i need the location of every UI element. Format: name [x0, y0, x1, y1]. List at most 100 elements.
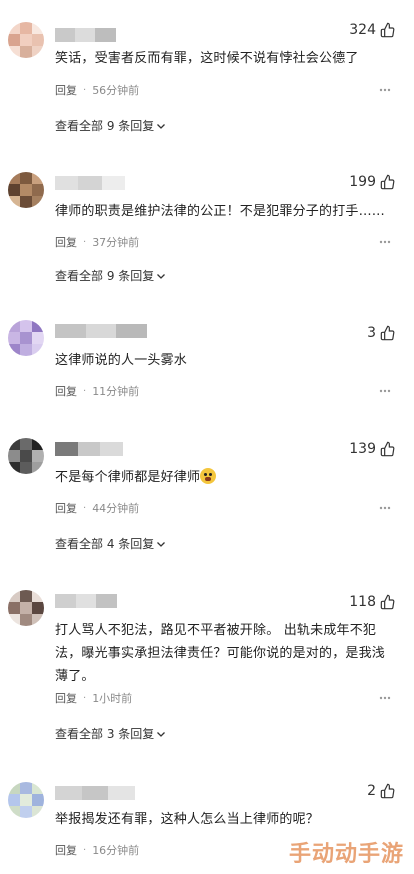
username-blurred[interactable] [55, 442, 124, 456]
avatar-mosaic-tile [20, 320, 32, 332]
username-blurred[interactable] [55, 176, 126, 190]
reply-button[interactable]: 回复 [55, 500, 77, 516]
username-mosaic-tile [77, 442, 101, 456]
avatar-mosaic-tile [20, 782, 32, 794]
view-all-replies-button[interactable]: 查看全部 9 条回复 [55, 117, 166, 134]
timestamp: 1小时前 [92, 692, 133, 705]
comment-text: 打人骂人不犯法，路见不平者被开除。 出轨未成年不犯法，曝光事实承担法律责任？可能… [55, 623, 386, 684]
like-count: 324 [349, 22, 376, 38]
view-all-replies-button[interactable]: 查看全部 3 条回复 [55, 725, 166, 742]
thumbs-up-icon [380, 325, 395, 341]
username-mosaic-tile [101, 176, 126, 190]
timestamp: 56分钟前 [92, 84, 140, 97]
separator-dot: · [83, 844, 87, 856]
like-count: 3 [367, 325, 376, 341]
view-all-replies-label: 查看全部 3 条回复 [55, 727, 155, 741]
username-blurred[interactable] [55, 28, 116, 42]
view-all-replies-button[interactable]: 查看全部 4 条回复 [55, 535, 166, 552]
like-button[interactable]: 139 [349, 441, 396, 457]
like-button[interactable]: 2 [367, 783, 396, 799]
like-count: 2 [367, 783, 376, 799]
reply-button[interactable]: 回复 [55, 690, 77, 706]
username-mosaic-tile [55, 324, 87, 338]
avatar-mosaic-tile [20, 614, 32, 626]
comment-text: 笑话，受害者反而有罪，这时候不说有悖社会公德了 [55, 51, 359, 66]
like-count: 139 [349, 441, 376, 457]
avatar-mosaic-tile [20, 172, 32, 184]
username-blurred[interactable] [55, 786, 136, 800]
avatar-mosaic-tile [20, 462, 32, 474]
username-mosaic-tile [55, 594, 77, 608]
avatar-mosaic-tile [20, 46, 32, 58]
avatar-mosaic-tile [20, 344, 32, 356]
reply-button[interactable]: 回复 [55, 234, 77, 250]
avatar[interactable] [8, 22, 44, 58]
avatar-mosaic-tile [32, 172, 44, 184]
username-mosaic-tile [78, 176, 103, 190]
avatar-mosaic-tile [20, 22, 32, 34]
avatar-mosaic-tile [8, 196, 20, 208]
avatar-mosaic-tile [20, 794, 32, 806]
avatar[interactable] [8, 590, 44, 626]
thumbs-up-icon [380, 174, 395, 190]
like-button[interactable]: 199 [349, 174, 396, 190]
avatar[interactable] [8, 172, 44, 208]
avatar-mosaic-tile [8, 450, 20, 462]
timestamp: 37分钟前 [92, 236, 140, 249]
avatar-mosaic-tile [8, 782, 20, 794]
more-icon [379, 506, 391, 510]
thumbs-up-icon [380, 594, 395, 610]
view-all-replies-button[interactable]: 查看全部 9 条回复 [55, 267, 166, 284]
avatar-mosaic-tile [32, 22, 44, 34]
avatar-mosaic-tile [32, 46, 44, 58]
avatar-mosaic-tile [20, 602, 32, 614]
avatar-mosaic-tile [8, 806, 20, 818]
avatar-mosaic-tile [32, 614, 44, 626]
avatar[interactable] [8, 438, 44, 474]
username-mosaic-tile [95, 28, 116, 42]
more-options-button[interactable] [378, 501, 392, 515]
more-options-button[interactable] [378, 691, 392, 705]
avatar-mosaic-tile [8, 590, 20, 602]
avatar-mosaic-tile [8, 320, 20, 332]
like-button[interactable]: 324 [349, 22, 396, 38]
avatar-mosaic-tile [8, 438, 20, 450]
reply-button[interactable]: 回复 [55, 842, 77, 858]
reply-button[interactable]: 回复 [55, 383, 77, 399]
avatar-mosaic-tile [8, 34, 20, 46]
username-mosaic-tile [116, 324, 148, 338]
avatar-mosaic-tile [32, 590, 44, 602]
watermark-logo: 手动动手游 [288, 842, 404, 867]
avatar-mosaic-tile [20, 34, 32, 46]
like-count: 118 [349, 594, 376, 610]
avatar-mosaic-tile [32, 794, 44, 806]
separator-dot: · [83, 385, 87, 397]
username-blurred[interactable] [55, 594, 118, 608]
username-mosaic-tile [85, 324, 117, 338]
avatar-mosaic-tile [32, 438, 44, 450]
avatar-mosaic-tile [32, 332, 44, 344]
avatar-mosaic-tile [20, 590, 32, 602]
more-options-button[interactable] [378, 384, 392, 398]
avatar-mosaic-tile [32, 344, 44, 356]
username-blurred[interactable] [55, 324, 148, 338]
avatar-mosaic-tile [32, 34, 44, 46]
timestamp: 11分钟前 [92, 385, 140, 398]
avatar-mosaic-tile [32, 196, 44, 208]
avatar-mosaic-tile [32, 320, 44, 332]
chevron-down-icon [157, 273, 166, 279]
more-icon [379, 696, 391, 700]
avatar-mosaic-tile [8, 46, 20, 58]
reply-button[interactable]: 回复 [55, 82, 77, 98]
like-button[interactable]: 3 [367, 325, 396, 341]
more-options-button[interactable] [378, 235, 392, 249]
avatar[interactable] [8, 320, 44, 356]
more-options-button[interactable] [378, 83, 392, 97]
like-button[interactable]: 118 [349, 594, 396, 610]
avatar-mosaic-tile [20, 196, 32, 208]
avatar-mosaic-tile [20, 438, 32, 450]
avatar[interactable] [8, 782, 44, 818]
comment-text: 不是每个律师都是好律师 [55, 467, 392, 489]
avatar-mosaic-tile [8, 794, 20, 806]
chevron-down-icon [157, 541, 166, 547]
